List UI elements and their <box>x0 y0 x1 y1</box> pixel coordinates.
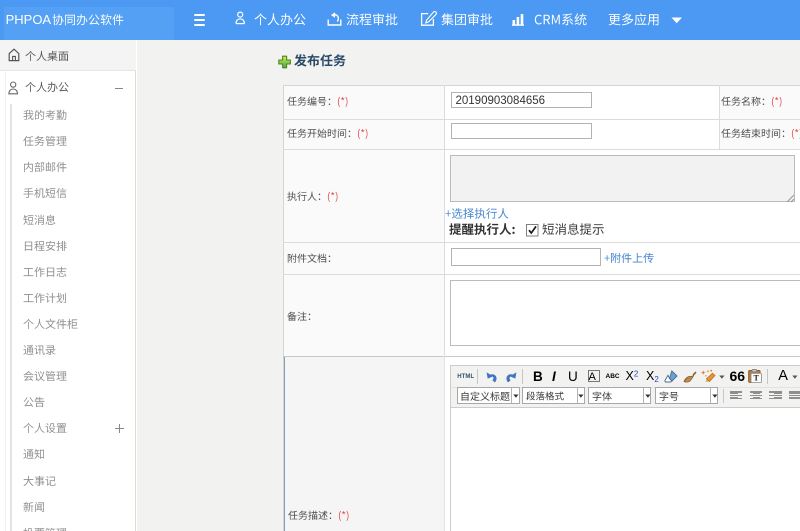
svg-text:T: T <box>754 374 760 383</box>
